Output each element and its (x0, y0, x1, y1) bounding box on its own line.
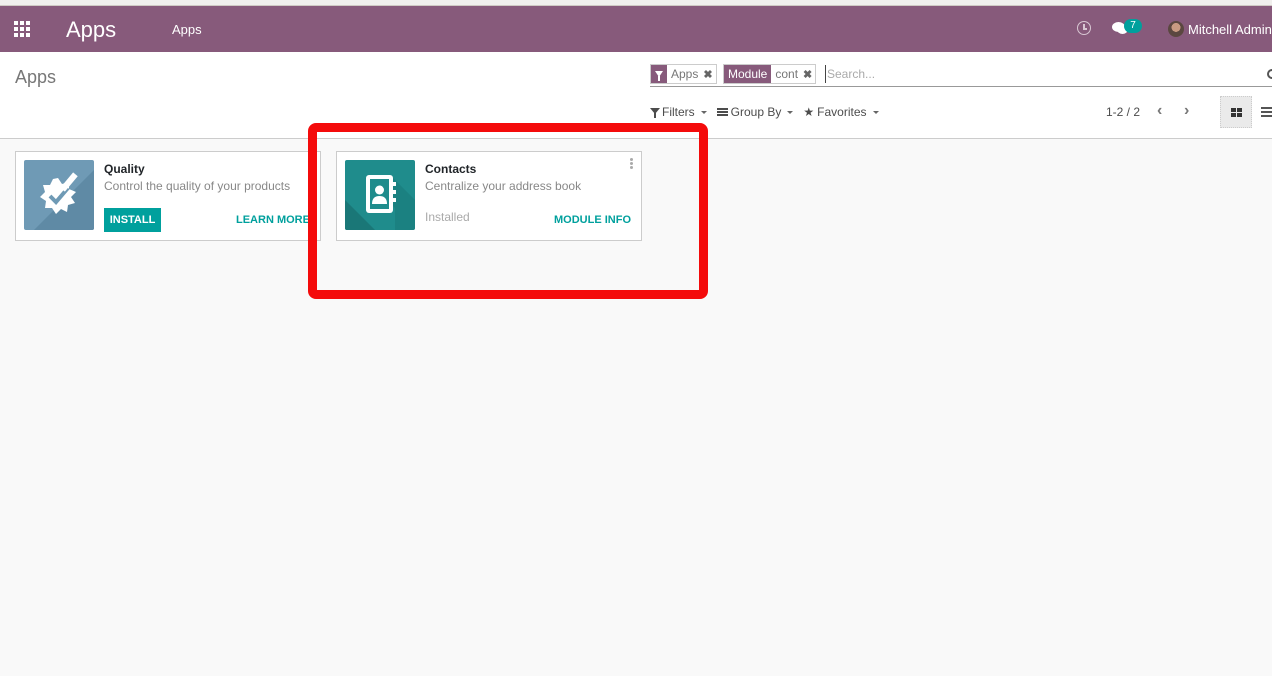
app-name: Quality (104, 162, 145, 176)
message-count-badge: 7 (1124, 19, 1142, 33)
control-panel: Apps Apps ✖ Module cont ✖ Filters (0, 52, 1272, 139)
remove-facet-icon[interactable]: ✖ (703, 68, 712, 81)
module-info-link[interactable]: MODULE INFO (554, 214, 631, 226)
pager-next-icon[interactable]: › (1184, 103, 1189, 119)
list-view-button[interactable] (1261, 107, 1272, 117)
user-name: Mitchell Admin (1188, 21, 1272, 37)
kebab-menu-icon[interactable] (630, 158, 633, 170)
menu-item-apps[interactable]: Apps (172, 22, 202, 37)
app-grid-icon[interactable] (14, 21, 32, 37)
pager-previous-icon[interactable]: ‹ (1157, 103, 1162, 119)
app-card-contacts[interactable]: Contacts Centralize your address book In… (336, 151, 642, 241)
caret-down-icon (700, 110, 707, 114)
breadcrumb: Apps (15, 67, 57, 87)
top-navbar: Apps Apps 7 Mitchell Admin (0, 6, 1272, 52)
activity-clock-icon[interactable] (1077, 21, 1091, 35)
facet-value: Apps (671, 67, 699, 81)
groupby-dropdown[interactable]: Group By (716, 105, 794, 119)
filters-dropdown[interactable]: Filters (650, 105, 707, 119)
kanban-icon (1231, 108, 1242, 117)
app-title: Apps (66, 17, 117, 42)
user-menu[interactable]: Mitchell Admin (1168, 20, 1272, 38)
search-options: Filters Group By ★ Favorites (650, 104, 889, 120)
star-icon: ★ (803, 105, 815, 119)
search-facet-module[interactable]: Module cont ✖ (723, 64, 817, 84)
search-facet-apps[interactable]: Apps ✖ (650, 64, 717, 84)
learn-more-link[interactable]: LEARN MORE (236, 214, 310, 226)
app-card-quality[interactable]: Quality Control the quality of your prod… (15, 151, 321, 241)
filter-icon (650, 108, 660, 118)
groupby-label: Group By (730, 105, 782, 119)
favorites-dropdown[interactable]: ★ Favorites (803, 105, 879, 119)
address-book-icon (345, 160, 415, 230)
search-view: Apps ✖ Module cont ✖ (650, 63, 1272, 87)
app-name: Contacts (425, 162, 477, 176)
facet-value: cont (775, 67, 799, 81)
pager-value[interactable]: 1-2 / 2 (1106, 105, 1140, 119)
search-input[interactable] (825, 65, 1255, 83)
filters-label: Filters (662, 105, 695, 119)
facet-filter-label (651, 65, 667, 83)
kanban-view-button[interactable] (1220, 96, 1252, 128)
avatar (1168, 21, 1184, 37)
favorites-label: Favorites (817, 105, 867, 119)
app-summary: Control the quality of your products (104, 179, 291, 193)
caret-down-icon (787, 110, 794, 114)
quality-badge-icon (24, 160, 94, 230)
caret-down-icon (872, 110, 879, 114)
install-button[interactable]: INSTALL (104, 208, 161, 232)
remove-facet-icon[interactable]: ✖ (803, 68, 812, 81)
search-icon[interactable] (1267, 69, 1272, 79)
app-summary: Centralize your address book (425, 179, 582, 193)
groupby-icon (716, 108, 728, 116)
filter-icon (655, 71, 663, 81)
installed-status: Installed (425, 210, 470, 224)
facet-label: Module (724, 65, 772, 83)
